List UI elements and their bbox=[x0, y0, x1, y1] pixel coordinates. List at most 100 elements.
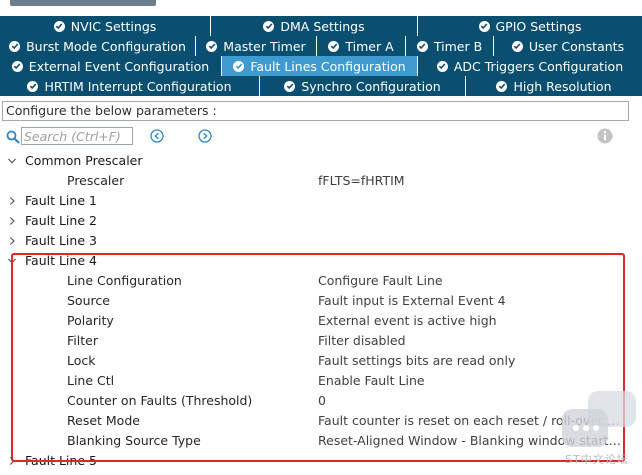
tab-label: High Resolution bbox=[513, 78, 612, 94]
tab-label: Timer B bbox=[433, 38, 483, 54]
tab-label: User Constants bbox=[528, 38, 625, 54]
chevron-right-icon[interactable] bbox=[6, 195, 18, 207]
previous-result-icon[interactable] bbox=[150, 129, 164, 143]
param-value[interactable]: Fault settings bits are read only bbox=[318, 351, 624, 371]
param-row[interactable]: Source Fault input is External Event 4 bbox=[0, 291, 642, 311]
tab-timer-b[interactable]: Timer B bbox=[406, 36, 494, 56]
tab-label: Timer A bbox=[345, 38, 394, 54]
tab-label: External Event Configuration bbox=[28, 58, 210, 74]
tab-master-timer[interactable]: Master Timer bbox=[196, 36, 317, 56]
tab-row-4: HRTIM Interrupt Configuration Synchro Co… bbox=[0, 76, 642, 96]
param-row[interactable]: Reset Mode Fault counter is reset on eac… bbox=[0, 411, 642, 431]
param-row[interactable]: Blanking Source Type Reset-Aligned Windo… bbox=[0, 431, 642, 451]
group-fault-line-1[interactable]: Fault Line 1 bbox=[0, 191, 642, 211]
param-value[interactable]: Filter disabled bbox=[318, 331, 624, 351]
check-icon bbox=[27, 80, 39, 92]
tab-label: Fault Lines Configuration bbox=[250, 58, 406, 74]
param-name: Polarity bbox=[67, 313, 114, 328]
tab-timer-a[interactable]: Timer A bbox=[317, 36, 406, 56]
param-row[interactable]: Line Configuration Configure Fault Line bbox=[0, 271, 642, 291]
param-name: Filter bbox=[67, 333, 98, 348]
search-icon bbox=[6, 130, 20, 144]
check-icon bbox=[263, 20, 275, 32]
tab-adc-triggers-configuration[interactable]: ADC Triggers Configuration bbox=[418, 56, 642, 76]
tab-dma-settings[interactable]: DMA Settings bbox=[211, 16, 418, 36]
watermark-text: ST中文论坛 bbox=[565, 453, 629, 466]
param-value[interactable]: fFLTS=fHRTIM bbox=[318, 171, 624, 191]
param-row[interactable]: Lock Fault settings bits are read only bbox=[0, 351, 642, 371]
param-row[interactable]: Prescaler fFLTS=fHRTIM bbox=[0, 171, 642, 191]
param-name: Blanking Source Type bbox=[67, 433, 201, 448]
tab-label: Master Timer bbox=[223, 38, 306, 54]
param-row[interactable]: Counter on Faults (Threshold) 0 bbox=[0, 391, 642, 411]
tab-gpio-settings[interactable]: GPIO Settings bbox=[418, 16, 642, 36]
tab-nvic-settings[interactable]: NVIC Settings bbox=[0, 16, 211, 36]
param-name: Line Ctl bbox=[67, 373, 115, 388]
configure-parameters-label: Configure the below parameters : bbox=[6, 103, 217, 118]
tab-label: DMA Settings bbox=[280, 18, 365, 34]
tab-external-event-configuration[interactable]: External Event Configuration bbox=[0, 56, 222, 76]
param-name: Lock bbox=[67, 353, 96, 368]
check-icon bbox=[11, 60, 23, 72]
check-icon bbox=[53, 20, 65, 32]
chevron-right-icon[interactable] bbox=[6, 215, 18, 227]
param-value[interactable]: Configure Fault Line bbox=[318, 271, 624, 291]
group-label: Fault Line 5 bbox=[25, 453, 97, 468]
group-label: Fault Line 4 bbox=[25, 253, 97, 268]
search-toolbar bbox=[0, 126, 642, 148]
check-icon bbox=[436, 60, 448, 72]
check-icon bbox=[511, 40, 523, 52]
param-value[interactable]: Reset-Aligned Window - Blanking window s… bbox=[318, 431, 624, 451]
group-fault-line-3[interactable]: Fault Line 3 bbox=[0, 231, 642, 251]
group-label: Fault Line 1 bbox=[25, 193, 97, 208]
tab-label: Synchro Configuration bbox=[301, 78, 441, 94]
tab-row-2: Burst Mode Configuration Master Timer Ti… bbox=[0, 36, 642, 56]
tab-high-resolution[interactable]: High Resolution bbox=[466, 76, 642, 96]
param-row[interactable]: Filter Filter disabled bbox=[0, 331, 642, 351]
tab-label: Burst Mode Configuration bbox=[26, 38, 186, 54]
search-input[interactable] bbox=[21, 127, 133, 145]
param-value[interactable]: 0 bbox=[318, 391, 624, 411]
next-result-icon[interactable] bbox=[198, 129, 212, 143]
check-icon bbox=[416, 40, 428, 52]
tab-row-3: External Event Configuration Fault Lines… bbox=[0, 56, 642, 76]
chevron-down-icon[interactable] bbox=[6, 255, 18, 267]
tab-label: ADC Triggers Configuration bbox=[453, 58, 624, 74]
param-name: Counter on Faults (Threshold) bbox=[67, 393, 253, 408]
check-icon bbox=[9, 40, 21, 52]
tab-fault-lines-configuration[interactable]: Fault Lines Configuration bbox=[222, 56, 418, 76]
param-value[interactable]: External event is active high bbox=[318, 311, 624, 331]
check-icon bbox=[284, 80, 296, 92]
check-icon bbox=[206, 40, 218, 52]
group-label: Fault Line 3 bbox=[25, 233, 97, 248]
tab-synchro-configuration[interactable]: Synchro Configuration bbox=[260, 76, 466, 96]
group-label: Common Prescaler bbox=[25, 153, 143, 168]
tab-user-constants[interactable]: User Constants bbox=[494, 36, 642, 56]
param-row[interactable]: Polarity External event is active high bbox=[0, 311, 642, 331]
group-fault-line-4[interactable]: Fault Line 4 bbox=[0, 251, 642, 271]
tab-label: NVIC Settings bbox=[70, 18, 157, 34]
param-value[interactable]: Fault input is External Event 4 bbox=[318, 291, 624, 311]
chevron-right-icon[interactable] bbox=[6, 455, 18, 467]
group-fault-line-5[interactable]: Fault Line 5 bbox=[0, 451, 642, 471]
param-value[interactable]: Enable Fault Line bbox=[318, 371, 624, 391]
info-icon[interactable] bbox=[597, 128, 613, 144]
param-name: Prescaler bbox=[67, 173, 125, 188]
param-name: Line Configuration bbox=[67, 273, 182, 288]
tab-burst-mode-configuration[interactable]: Burst Mode Configuration bbox=[0, 36, 196, 56]
check-icon bbox=[328, 40, 340, 52]
param-row[interactable]: Line Ctl Enable Fault Line bbox=[0, 371, 642, 391]
tab-hrtim-interrupt-configuration[interactable]: HRTIM Interrupt Configuration bbox=[0, 76, 260, 96]
group-fault-line-2[interactable]: Fault Line 2 bbox=[0, 211, 642, 231]
param-value[interactable]: Fault counter is reset on each reset / r… bbox=[318, 411, 624, 431]
chevron-right-icon[interactable] bbox=[6, 235, 18, 247]
tab-label: HRTIM Interrupt Configuration bbox=[44, 78, 232, 94]
param-name: Reset Mode bbox=[67, 413, 140, 428]
tab-row-1: NVIC Settings DMA Settings GPIO Settings bbox=[0, 16, 642, 36]
tab-label: GPIO Settings bbox=[495, 18, 582, 34]
chevron-down-icon[interactable] bbox=[6, 155, 18, 167]
check-icon bbox=[478, 20, 490, 32]
check-icon bbox=[496, 80, 508, 92]
param-name: Source bbox=[67, 293, 110, 308]
group-common-prescaler[interactable]: Common Prescaler bbox=[0, 151, 642, 171]
